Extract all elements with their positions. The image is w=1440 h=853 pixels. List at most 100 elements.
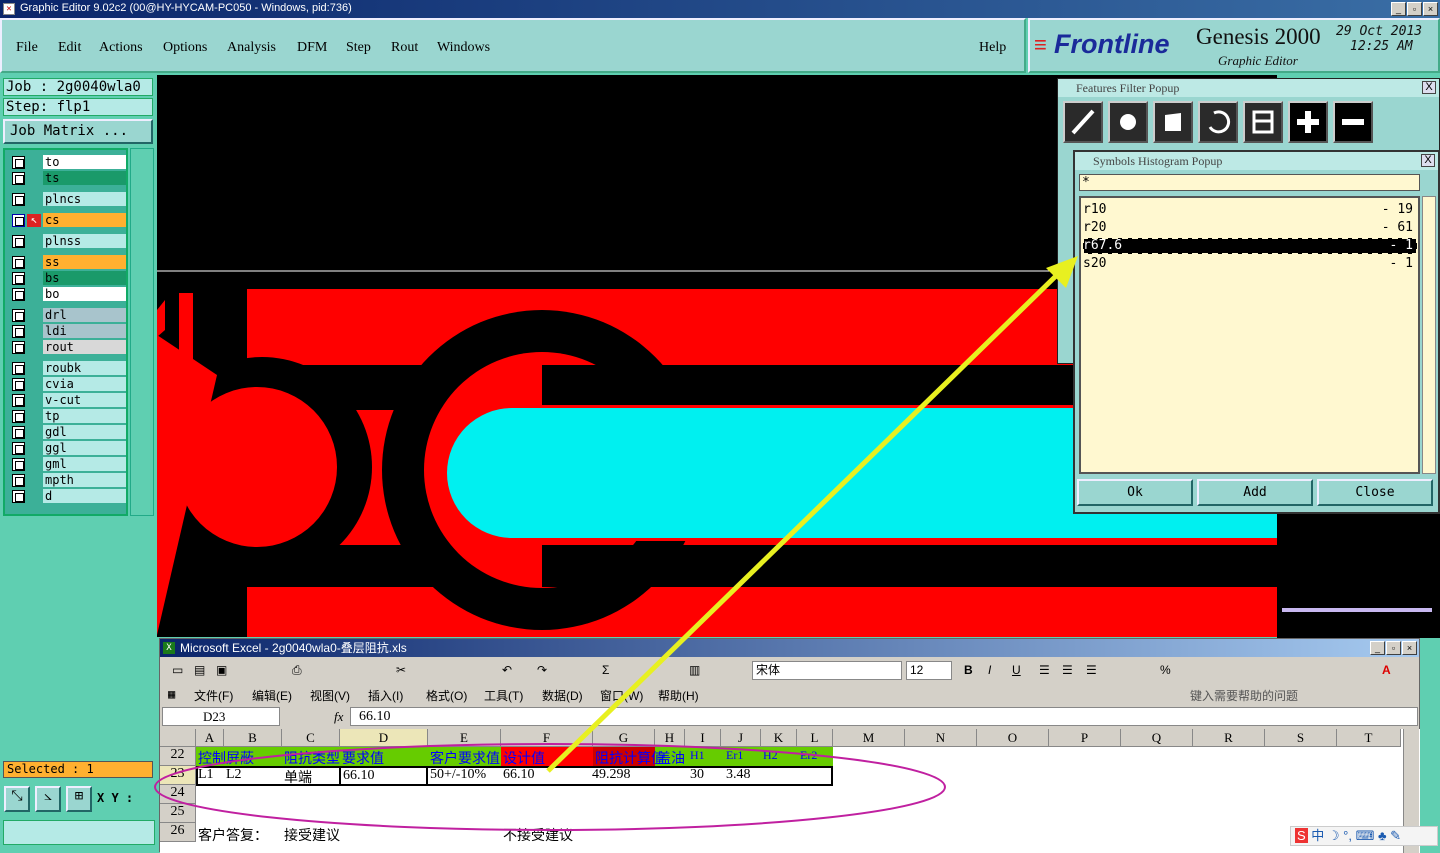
row-header[interactable]: 26 [160, 823, 196, 842]
cell-23-e[interactable]: 50+/-10% [430, 767, 486, 783]
font-select[interactable]: 宋体 [752, 661, 902, 680]
layer-scrollbar[interactable] [130, 148, 154, 516]
layer-row[interactable]: drl [9, 308, 126, 322]
layer-toggle[interactable] [12, 214, 25, 227]
layer-name[interactable]: ts [43, 171, 126, 185]
cell-22-f[interactable]: 设计值 [503, 748, 545, 768]
col-header[interactable]: R [1193, 729, 1265, 747]
layer-row[interactable]: roubk [9, 361, 126, 375]
layer-row[interactable]: plncs [9, 192, 126, 206]
layer-toggle[interactable] [12, 458, 25, 471]
layer-row[interactable]: gml [9, 457, 126, 471]
layer-row[interactable]: bs [9, 271, 126, 285]
col-header[interactable]: S [1265, 729, 1337, 747]
cell-23-g[interactable]: 49.298 [592, 767, 631, 783]
col-header[interactable]: A [196, 729, 224, 747]
col-header[interactable]: N [905, 729, 977, 747]
cell-23-c[interactable]: 单端 [284, 767, 312, 787]
layer-name[interactable]: plnss [43, 234, 126, 248]
layer-row[interactable]: gdl [9, 425, 126, 439]
layer-toggle[interactable] [12, 341, 25, 354]
col-header[interactable]: T [1337, 729, 1401, 747]
zoom-box-icon[interactable]: ⤡ [4, 786, 30, 812]
layer-toggle[interactable] [12, 172, 25, 185]
layer-row[interactable]: ss [9, 255, 126, 269]
row-header[interactable]: 25 [160, 804, 196, 823]
excel-menu-data[interactable]: 数据(D) [542, 687, 583, 704]
cell-22-i[interactable]: H1 [690, 748, 705, 763]
col-header[interactable]: M [833, 729, 905, 747]
layer-toggle[interactable] [12, 378, 25, 391]
layer-toggle[interactable] [12, 256, 25, 269]
ok-button[interactable]: Ok [1077, 479, 1193, 506]
row-header[interactable]: 22 [160, 747, 196, 766]
redo-icon[interactable]: ↷ [537, 663, 547, 677]
surface-icon[interactable] [1153, 101, 1193, 143]
layer-name[interactable]: mpth [43, 473, 126, 487]
col-header[interactable]: J [721, 729, 761, 747]
layer-toggle[interactable] [12, 394, 25, 407]
menu-windows[interactable]: Windows [437, 40, 490, 56]
measure-icon[interactable]: ⦣ [35, 786, 61, 812]
layer-name[interactable]: ggl [43, 441, 126, 455]
bold-icon[interactable]: B [964, 663, 973, 677]
symbol-row-selected[interactable]: r67.6 - 1 [1082, 237, 1418, 255]
underline-icon[interactable]: U [1012, 663, 1021, 677]
cell-22-g[interactable]: 阻抗计算值 [595, 748, 665, 768]
layer-name[interactable]: to [43, 155, 126, 169]
cell-22-b[interactable]: 屏蔽 [226, 748, 254, 768]
layer-name[interactable]: bs [43, 271, 126, 285]
menu-step[interactable]: Step [346, 40, 371, 56]
open-icon[interactable]: ▤ [194, 663, 205, 677]
font-color-icon[interactable]: A [1382, 663, 1391, 677]
layer-toggle[interactable] [12, 193, 25, 206]
layer-name[interactable]: cvia [43, 377, 126, 391]
col-header[interactable]: Q [1121, 729, 1193, 747]
layer-toggle[interactable] [12, 309, 25, 322]
layer-name[interactable]: ss [43, 255, 126, 269]
cell-26-c[interactable]: 接受建议 [284, 825, 340, 845]
layer-name[interactable]: gml [43, 457, 126, 471]
job-matrix-button[interactable]: Job Matrix ... [3, 119, 153, 144]
excel-menu-window[interactable]: 窗口(W) [600, 687, 643, 704]
cell-22-a[interactable]: 控制 [198, 748, 226, 768]
cell-22-h[interactable]: 盖油 [657, 748, 685, 768]
active-cell-d23[interactable]: 66.10 [339, 766, 428, 786]
col-header[interactable]: D [340, 729, 428, 747]
col-header[interactable]: H [655, 729, 685, 747]
chart-icon[interactable]: ▥ [689, 663, 700, 677]
layer-toggle[interactable] [12, 288, 25, 301]
col-header[interactable]: L [797, 729, 833, 747]
layer-row[interactable]: plnss [9, 234, 126, 248]
select-all[interactable] [160, 729, 196, 747]
layer-toggle[interactable] [12, 474, 25, 487]
symbol-list-scrollbar[interactable] [1422, 196, 1436, 474]
menu-analysis[interactable]: Analysis [227, 40, 276, 56]
add-button[interactable]: Add [1197, 479, 1313, 506]
grid-icon[interactable]: ⊞ [66, 786, 92, 812]
pad-icon[interactable] [1108, 101, 1148, 143]
layer-name[interactable]: rout [43, 340, 126, 354]
italic-icon[interactable]: I [988, 663, 991, 677]
layer-row[interactable]: cvia [9, 377, 126, 391]
save-icon[interactable]: ▣ [216, 663, 227, 677]
cell-22-d[interactable]: 要求值 [342, 748, 384, 768]
cell-23-j[interactable]: 3.48 [726, 767, 751, 783]
layer-name[interactable]: cs [43, 213, 126, 227]
layer-name[interactable]: bo [43, 287, 126, 301]
cell-22-l[interactable]: Er2 [800, 748, 817, 763]
menu-help[interactable]: Help [979, 40, 1006, 56]
cell-22-c[interactable]: 阻抗类型 [284, 748, 340, 768]
layer-row[interactable]: ldi [9, 324, 126, 338]
positive-icon[interactable] [1288, 101, 1328, 143]
align-right-icon[interactable]: ☰ [1086, 663, 1097, 677]
layer-name[interactable]: tp [43, 409, 126, 423]
align-left-icon[interactable]: ☰ [1039, 663, 1050, 677]
menu-rout[interactable]: Rout [391, 40, 418, 56]
formula-input[interactable]: 66.10 [350, 707, 1418, 726]
layer-row[interactable]: ggl [9, 441, 126, 455]
col-header[interactable]: O [977, 729, 1049, 747]
layer-row-active[interactable]: ↖ cs [9, 213, 126, 227]
symbol-filter-input[interactable]: * [1079, 174, 1420, 191]
minimize-button[interactable]: _ [1391, 2, 1406, 16]
